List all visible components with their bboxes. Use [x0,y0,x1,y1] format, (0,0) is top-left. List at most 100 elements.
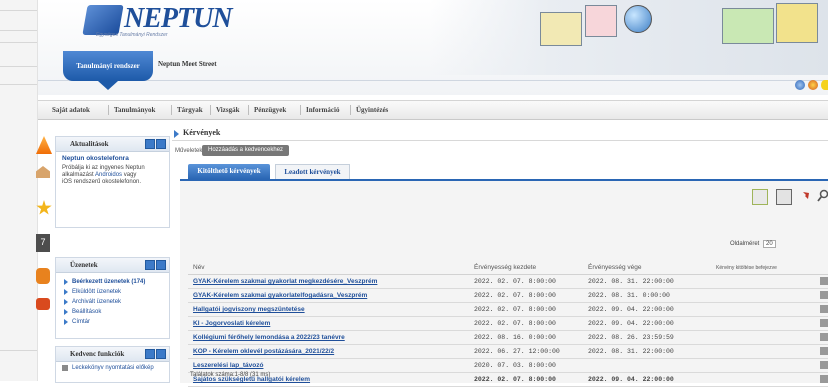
expand-icon[interactable] [820,347,828,355]
page-size-select[interactable]: 20 [763,240,776,248]
column-header-end[interactable]: Érvényesség vége [588,264,641,271]
valid-to: 2022. 09. 04. 22:00:00 [588,376,674,383]
valid-to: 2022. 09. 04. 22:00:00 [588,320,674,327]
page-size-label: Oldalméret [730,241,760,247]
valid-from: 2022. 02. 07. 8:00:00 [474,376,556,383]
valid-from: 2022. 02. 07. 8:00:00 [474,320,556,327]
valid-from: 2020. 07. 03. 8:00:00 [474,362,556,369]
request-link[interactable]: KI - Jogorvoslati kérelem [193,320,270,327]
settings-icon[interactable] [145,139,155,149]
menu-item-sajat-adatok[interactable]: Saját adatok [52,106,90,114]
table-row: GYAK-Kérelem szakmai gyakorlatelfogadásr… [188,289,828,303]
menu-item-ugyintezes[interactable]: Ügyintézés [356,106,388,114]
add-favorite-button[interactable]: Hozzáadás a kedvencekhez [202,145,290,156]
message-link-inbox[interactable]: Beérkezett üzenetek (174) [62,277,163,287]
menu-item-informacio[interactable]: Információ [306,106,339,114]
panel-title: Aktualitások [70,140,109,148]
request-link[interactable]: Leszerelési lap_távozó [193,362,263,369]
column-header-name[interactable]: Név [193,264,205,271]
news-headline[interactable]: Neptun okostelefonra [62,155,163,162]
message-link-archived[interactable]: Archivált üzenetek [62,297,163,307]
message-link-settings[interactable]: Beállítások [62,307,163,317]
star-icon[interactable] [36,200,52,215]
paper-illustration [585,5,617,37]
android-link[interactable]: Androidos [95,172,122,178]
valid-from: 2022. 02. 07. 8:00:00 [474,278,556,285]
expand-icon[interactable] [820,277,828,285]
settings-icon[interactable] [145,349,155,359]
table-row: Hallgatói jogviszony megszüntetése 2022. … [188,303,828,317]
request-link[interactable]: GYAK-Kérelem szakmai gyakorlat megkezdés… [193,278,377,285]
forum-icon[interactable] [36,268,50,284]
expand-icon[interactable] [820,291,828,299]
globe-illustration [624,5,652,33]
neptun-logo-icon [82,5,124,35]
favorites-panel: Kedvenc funkciók Leckekönyv nyomtatási e… [55,346,170,383]
valid-to: 2022. 08. 31. 22:00:00 [588,348,674,355]
news-panel: Aktualitások Neptun okostelefonra Próbál… [55,136,170,228]
valid-to: 2022. 08. 26. 23:59:59 [588,334,674,341]
menu-item-tanulmanyok[interactable]: Tanulmányok [114,106,155,114]
home-icon[interactable] [36,166,50,178]
panel-title: Üzenetek [70,261,98,269]
expand-icon[interactable] [820,375,828,383]
left-strip [0,0,38,381]
message-link-sent[interactable]: Elküldött üzenetek [62,287,163,297]
table-row: Kollégiumi férőhely lemondása a 2022/23 … [188,331,828,345]
page-size: Oldalméret 20 [730,240,776,248]
print-icon [62,365,68,371]
valid-to: 2022. 08. 31. 22:00:00 [588,278,674,285]
table-row: Sajátos szükségletű hallgatói kérelem 202… [188,373,828,387]
menu-item-vizsgak[interactable]: Vizsgák [216,106,239,114]
result-count: Találatok száma:1-8/8 (31 ms) [190,372,271,378]
table-header: Név Érvényesség kezdete Érvényesség vége… [188,258,828,275]
logo-subtitle: Egységes Tanulmányi Rendszer [96,32,168,38]
tab-fillable-requests[interactable]: Kitölthető kérvények [188,164,270,179]
menu-item-targyak[interactable]: Tárgyak [177,106,203,114]
close-icon[interactable] [156,139,166,149]
table-row: GYAK-Kérelem szakmai gyakorlat megkezdés… [188,275,828,289]
request-link[interactable]: GYAK-Kérelem szakmai gyakorlatelfogadásr… [193,292,367,299]
radiation-icon[interactable] [821,80,828,90]
system-tab[interactable]: Tanulmányi rendszer [63,51,153,90]
valid-from: 2022. 02. 07. 8:00:00 [474,292,556,299]
valid-from: 2022. 06. 27. 12:00:00 [474,348,560,355]
excel-export-icon[interactable] [752,189,768,205]
column-header-start[interactable]: Érvényesség kezdete [474,264,536,271]
request-link[interactable]: Hallgatói jogviszony megszüntetése [193,306,305,313]
a-letter-icon[interactable] [36,136,52,154]
book-illustration [776,3,818,43]
close-icon[interactable] [156,260,166,270]
message-link-directory[interactable]: Címtár [62,317,163,327]
tab-submitted-requests[interactable]: Leadott kérvények [275,164,350,180]
expand-icon[interactable] [820,305,828,313]
settings-icon[interactable] [808,80,818,90]
news-text: Próbálja ki az ingyenes Neptun alkalmazás… [62,165,145,185]
requests-table: Név Érvényesség kezdete Érvényesség vége… [188,258,828,387]
favorite-item[interactable]: Leckekönyv nyomtatási előkép [62,365,163,372]
header-divider [38,80,828,81]
site-name[interactable]: Neptun Meet Street [158,60,217,68]
chat-icon[interactable] [36,298,50,310]
panel-title: Kedvenc funkciók [70,350,125,358]
divider [172,140,828,141]
settings-icon[interactable] [145,260,155,270]
request-link[interactable]: Kollégiumi férőhely lemondása a 2022/23 … [193,334,345,341]
print-icon[interactable] [776,189,792,205]
expand-icon[interactable] [820,319,828,327]
pin-icon[interactable] [798,189,812,203]
close-icon[interactable] [156,349,166,359]
help-icon[interactable] [795,80,805,90]
breadcrumb: Kérvények [183,128,221,137]
calendar-icon[interactable]: 7 [36,234,50,252]
request-link[interactable]: KOP - Kérelem oklevél postázására_2021/2… [193,348,334,355]
menu-item-penzugyek[interactable]: Pénzügyek [254,106,286,114]
search-icon[interactable] [817,189,828,203]
expand-icon[interactable] [820,361,828,369]
expand-icon[interactable] [820,333,828,341]
valid-from: 2022. 02. 07. 8:00:00 [474,306,556,313]
column-header-completed[interactable]: Kérvény kitöltése befejezve [716,265,777,271]
messages-panel: Üzenetek Beérkezett üzenetek (174) Elkül… [55,257,170,339]
main-menu: Saját adatok Tanulmányok Tárgyak Vizsgák… [38,100,828,120]
actions-label: Műveletek: [175,148,205,154]
